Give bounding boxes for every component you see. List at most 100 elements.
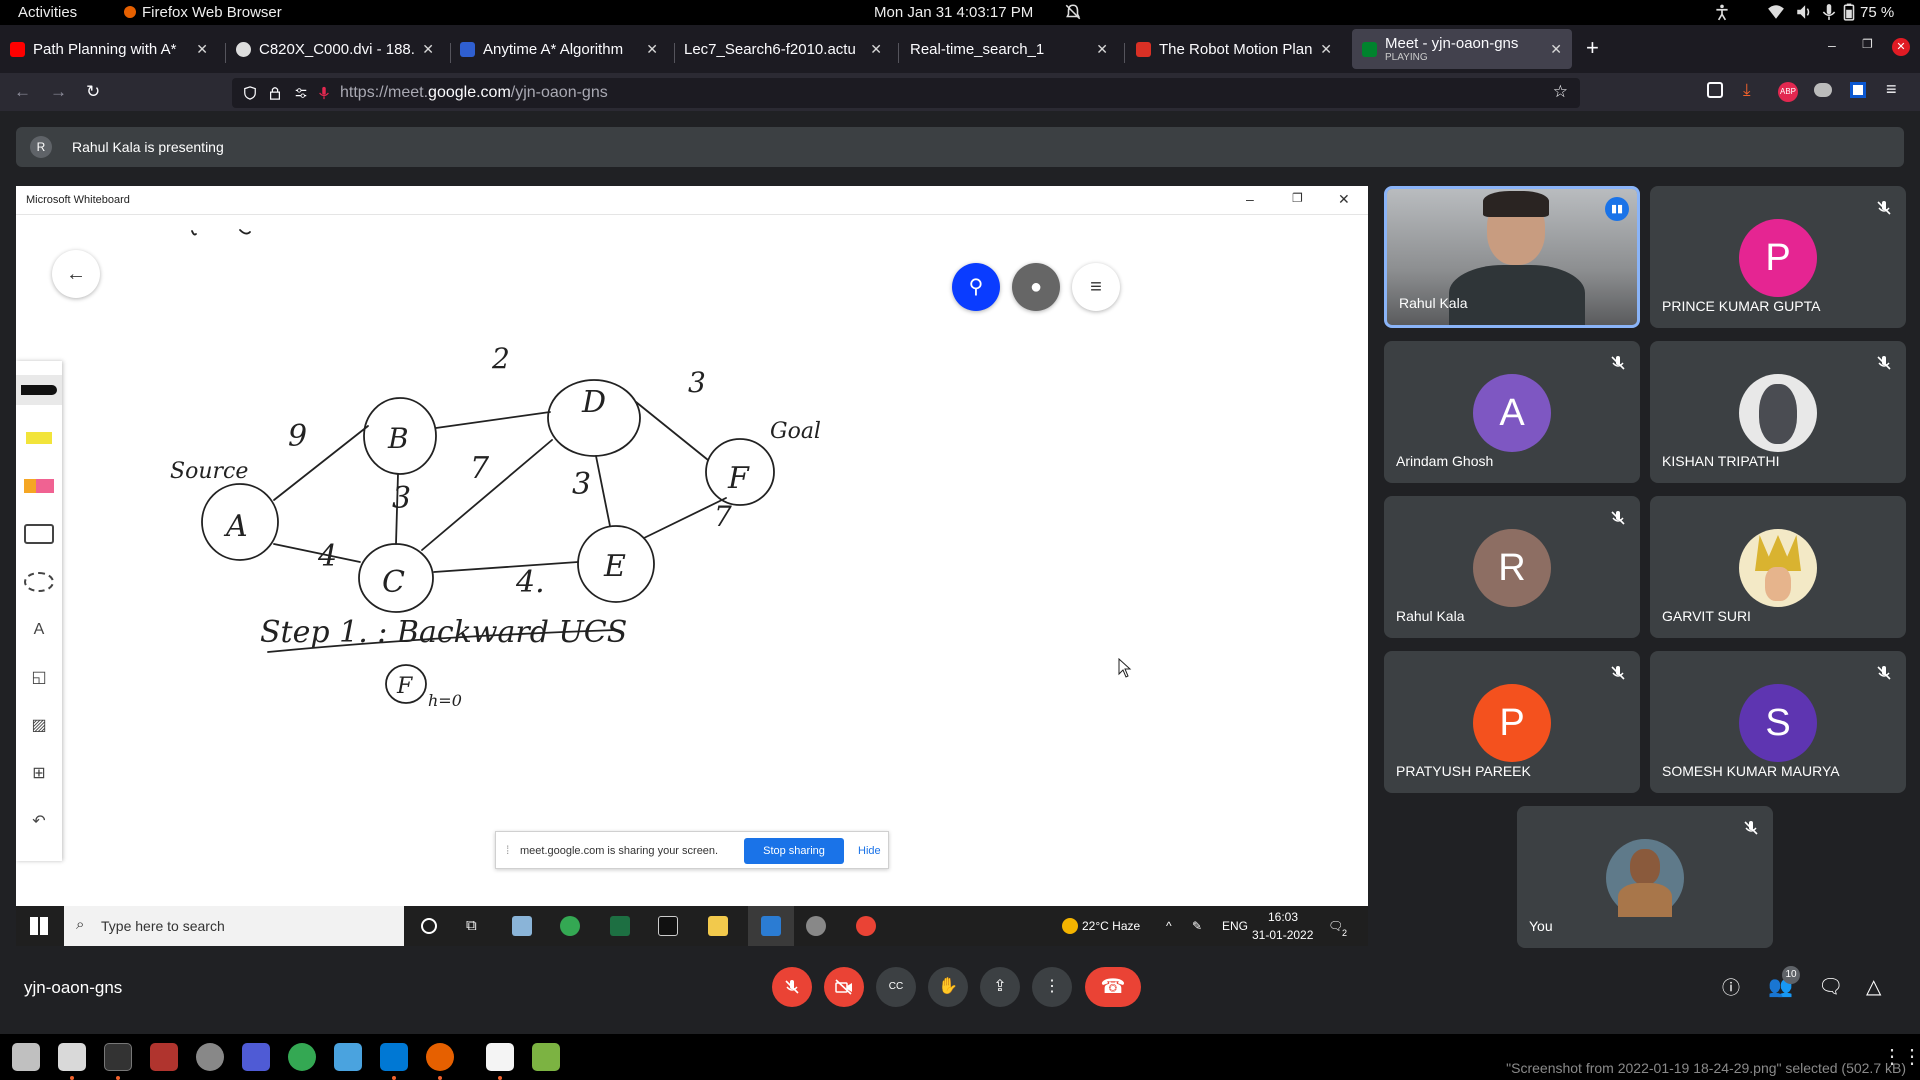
participant-tile[interactable]: KISHAN TRIPATHI [1650, 341, 1906, 483]
text-tool[interactable]: A [22, 615, 56, 645]
close-tab-icon[interactable]: ✕ [646, 41, 658, 58]
pen-tray-icon[interactable]: ✎ [1192, 919, 1202, 933]
participant-tile[interactable]: A Arindam Ghosh [1384, 341, 1640, 483]
clock[interactable]: Mon Jan 31 4:03:17 PM [874, 4, 1033, 21]
more-options-button[interactable]: ⋮ [1032, 967, 1072, 1007]
hamburger-menu-icon[interactable]: ≡ [1886, 79, 1897, 100]
stop-sharing-button[interactable]: Stop sharing [744, 838, 844, 864]
leave-call-button[interactable]: ☎ [1085, 967, 1141, 1007]
app-menu[interactable]: Firefox Web Browser [124, 4, 282, 21]
meeting-details-button[interactable]: ⓘ [1722, 974, 1740, 1000]
ruler-tool[interactable] [22, 519, 56, 549]
wb-share-button[interactable]: ⚲ [952, 263, 1000, 311]
extension-icon[interactable] [1814, 83, 1832, 97]
participant-tile[interactable]: GARVIT SURI [1650, 496, 1906, 638]
close-tab-icon[interactable]: ✕ [1550, 41, 1562, 58]
app-grid-icon[interactable]: ⋮⋮ [1882, 1044, 1920, 1069]
close-tab-icon[interactable]: ✕ [1320, 41, 1332, 58]
insert-tool[interactable]: ⊞ [22, 759, 56, 789]
image-tool[interactable]: ▨ [22, 711, 56, 741]
slack-icon[interactable] [334, 1043, 362, 1071]
participant-tile[interactable]: S SOMESH KUMAR MAURYA [1650, 651, 1906, 793]
tray-time[interactable]: 16:03 [1268, 910, 1298, 924]
bookmark-star-icon[interactable]: ☆ [1553, 82, 1568, 102]
close-tab-icon[interactable]: ✕ [1096, 41, 1108, 58]
taskbar-app-icon[interactable] [512, 916, 532, 936]
participant-tile[interactable]: R Rahul Kala [1384, 496, 1640, 638]
firefox-dock-icon[interactable] [426, 1043, 454, 1071]
pocket-icon[interactable] [1707, 82, 1723, 98]
close-tab-icon[interactable]: ✕ [422, 41, 434, 58]
tab-meet[interactable]: Meet - yjn-oaon-gns PLAYING ✕ [1352, 29, 1572, 69]
task-view-icon[interactable]: ⧉ [466, 917, 477, 934]
download-icon[interactable]: ⤓ [1743, 80, 1751, 100]
language-indicator[interactable]: ENG [1222, 919, 1248, 933]
drag-handle-icon[interactable]: ⁞ [506, 843, 509, 857]
activities-button-meet[interactable]: △ [1866, 974, 1881, 999]
reload-button[interactable]: ↻ [86, 82, 100, 102]
activities-button[interactable]: Activities [18, 4, 77, 21]
windows-start-icon[interactable] [30, 917, 48, 935]
wb-close-button[interactable]: ✕ [1338, 191, 1350, 208]
settings-taskbar-icon[interactable] [806, 916, 826, 936]
captions-button[interactable]: CC [876, 967, 916, 1007]
mic-toggle-button[interactable] [772, 967, 812, 1007]
whiteboard-taskbar-icon[interactable] [761, 916, 781, 936]
tab-dvi[interactable]: C820X_C000.dvi - 188. ✕ [226, 29, 444, 69]
close-tab-icon[interactable]: ✕ [870, 41, 882, 58]
undo-tool[interactable]: ↶ [22, 807, 56, 837]
wb-account-button[interactable]: ● [1012, 263, 1060, 311]
highlighter-tool[interactable] [22, 423, 56, 453]
close-tab-icon[interactable]: ✕ [196, 41, 208, 58]
wb-minimize-button[interactable]: – [1246, 191, 1254, 207]
hide-notice-button[interactable]: Hide [858, 845, 881, 857]
file-explorer-taskbar-icon[interactable] [708, 916, 728, 936]
tab-realtime-search[interactable]: Real-time_search_1 ✕ [900, 29, 1118, 69]
chrome-icon[interactable] [288, 1043, 316, 1071]
tab-robot-motion[interactable]: The Robot Motion Plan ✕ [1126, 29, 1342, 69]
pen-tool[interactable] [16, 375, 62, 405]
dock-app-icon[interactable] [12, 1043, 40, 1071]
camera-toggle-button[interactable] [824, 967, 864, 1007]
wb-restore-button[interactable]: ❐ [1292, 191, 1303, 205]
participant-tile-self[interactable]: You [1517, 806, 1773, 948]
excel-taskbar-icon[interactable] [610, 916, 630, 936]
notification-icon[interactable]: 🗨 [1328, 919, 1343, 933]
url-text[interactable]: https://meet.google.com/yjn-oaon-gns [340, 84, 608, 102]
chrome-taskbar-icon[interactable] [560, 916, 580, 936]
shield-icon[interactable] [243, 86, 257, 100]
eraser-tool[interactable] [22, 471, 56, 501]
clock-app-icon[interactable] [196, 1043, 224, 1071]
participant-tile[interactable]: P PRINCE KUMAR GUPTA [1650, 186, 1906, 328]
present-button[interactable]: ⇪ [980, 967, 1020, 1007]
vscode-icon[interactable] [380, 1043, 408, 1071]
accessibility-icon[interactable] [1713, 3, 1731, 21]
lock-icon[interactable] [268, 86, 282, 100]
text-editor-icon[interactable] [486, 1043, 514, 1071]
cortana-icon[interactable] [421, 918, 437, 934]
minimize-window-button[interactable]: – [1828, 37, 1836, 53]
pdf-viewer-icon[interactable] [150, 1043, 178, 1071]
volume-icon[interactable] [1795, 3, 1813, 21]
tab-path-planning[interactable]: Path Planning with A* ✕ [0, 29, 218, 69]
terminal-icon[interactable] [104, 1043, 132, 1071]
back-button[interactable]: ← [14, 82, 31, 102]
url-bar[interactable]: https://meet.google.com/yjn-oaon-gns ☆ [232, 78, 1580, 108]
shared-screen[interactable]: Microsoft Whiteboard – ❐ ✕ A B D F C E 9… [16, 186, 1368, 946]
new-tab-button[interactable]: + [1586, 35, 1599, 61]
tray-date[interactable]: 31-01-2022 [1252, 928, 1313, 942]
wb-back-button[interactable]: ← [52, 250, 100, 298]
close-window-button[interactable]: ✕ [1892, 38, 1910, 56]
tray-expand-icon[interactable]: ^ [1166, 919, 1172, 933]
files-icon[interactable] [58, 1043, 86, 1071]
microphone-icon[interactable] [1820, 3, 1838, 21]
adblock-icon[interactable]: ABP [1778, 82, 1798, 102]
participant-tile[interactable]: P PRATYUSH PAREEK [1384, 651, 1640, 793]
lasso-tool[interactable] [22, 567, 56, 597]
windows-search-box[interactable]: ⌕ Type here to search [64, 906, 404, 946]
wb-menu-button[interactable]: ≡ [1072, 263, 1120, 311]
permissions-icon[interactable] [294, 86, 308, 100]
mic-sharing-icon[interactable] [318, 86, 330, 100]
weather-text[interactable]: 22°C Haze [1082, 919, 1140, 933]
screenshot-icon[interactable] [242, 1043, 270, 1071]
